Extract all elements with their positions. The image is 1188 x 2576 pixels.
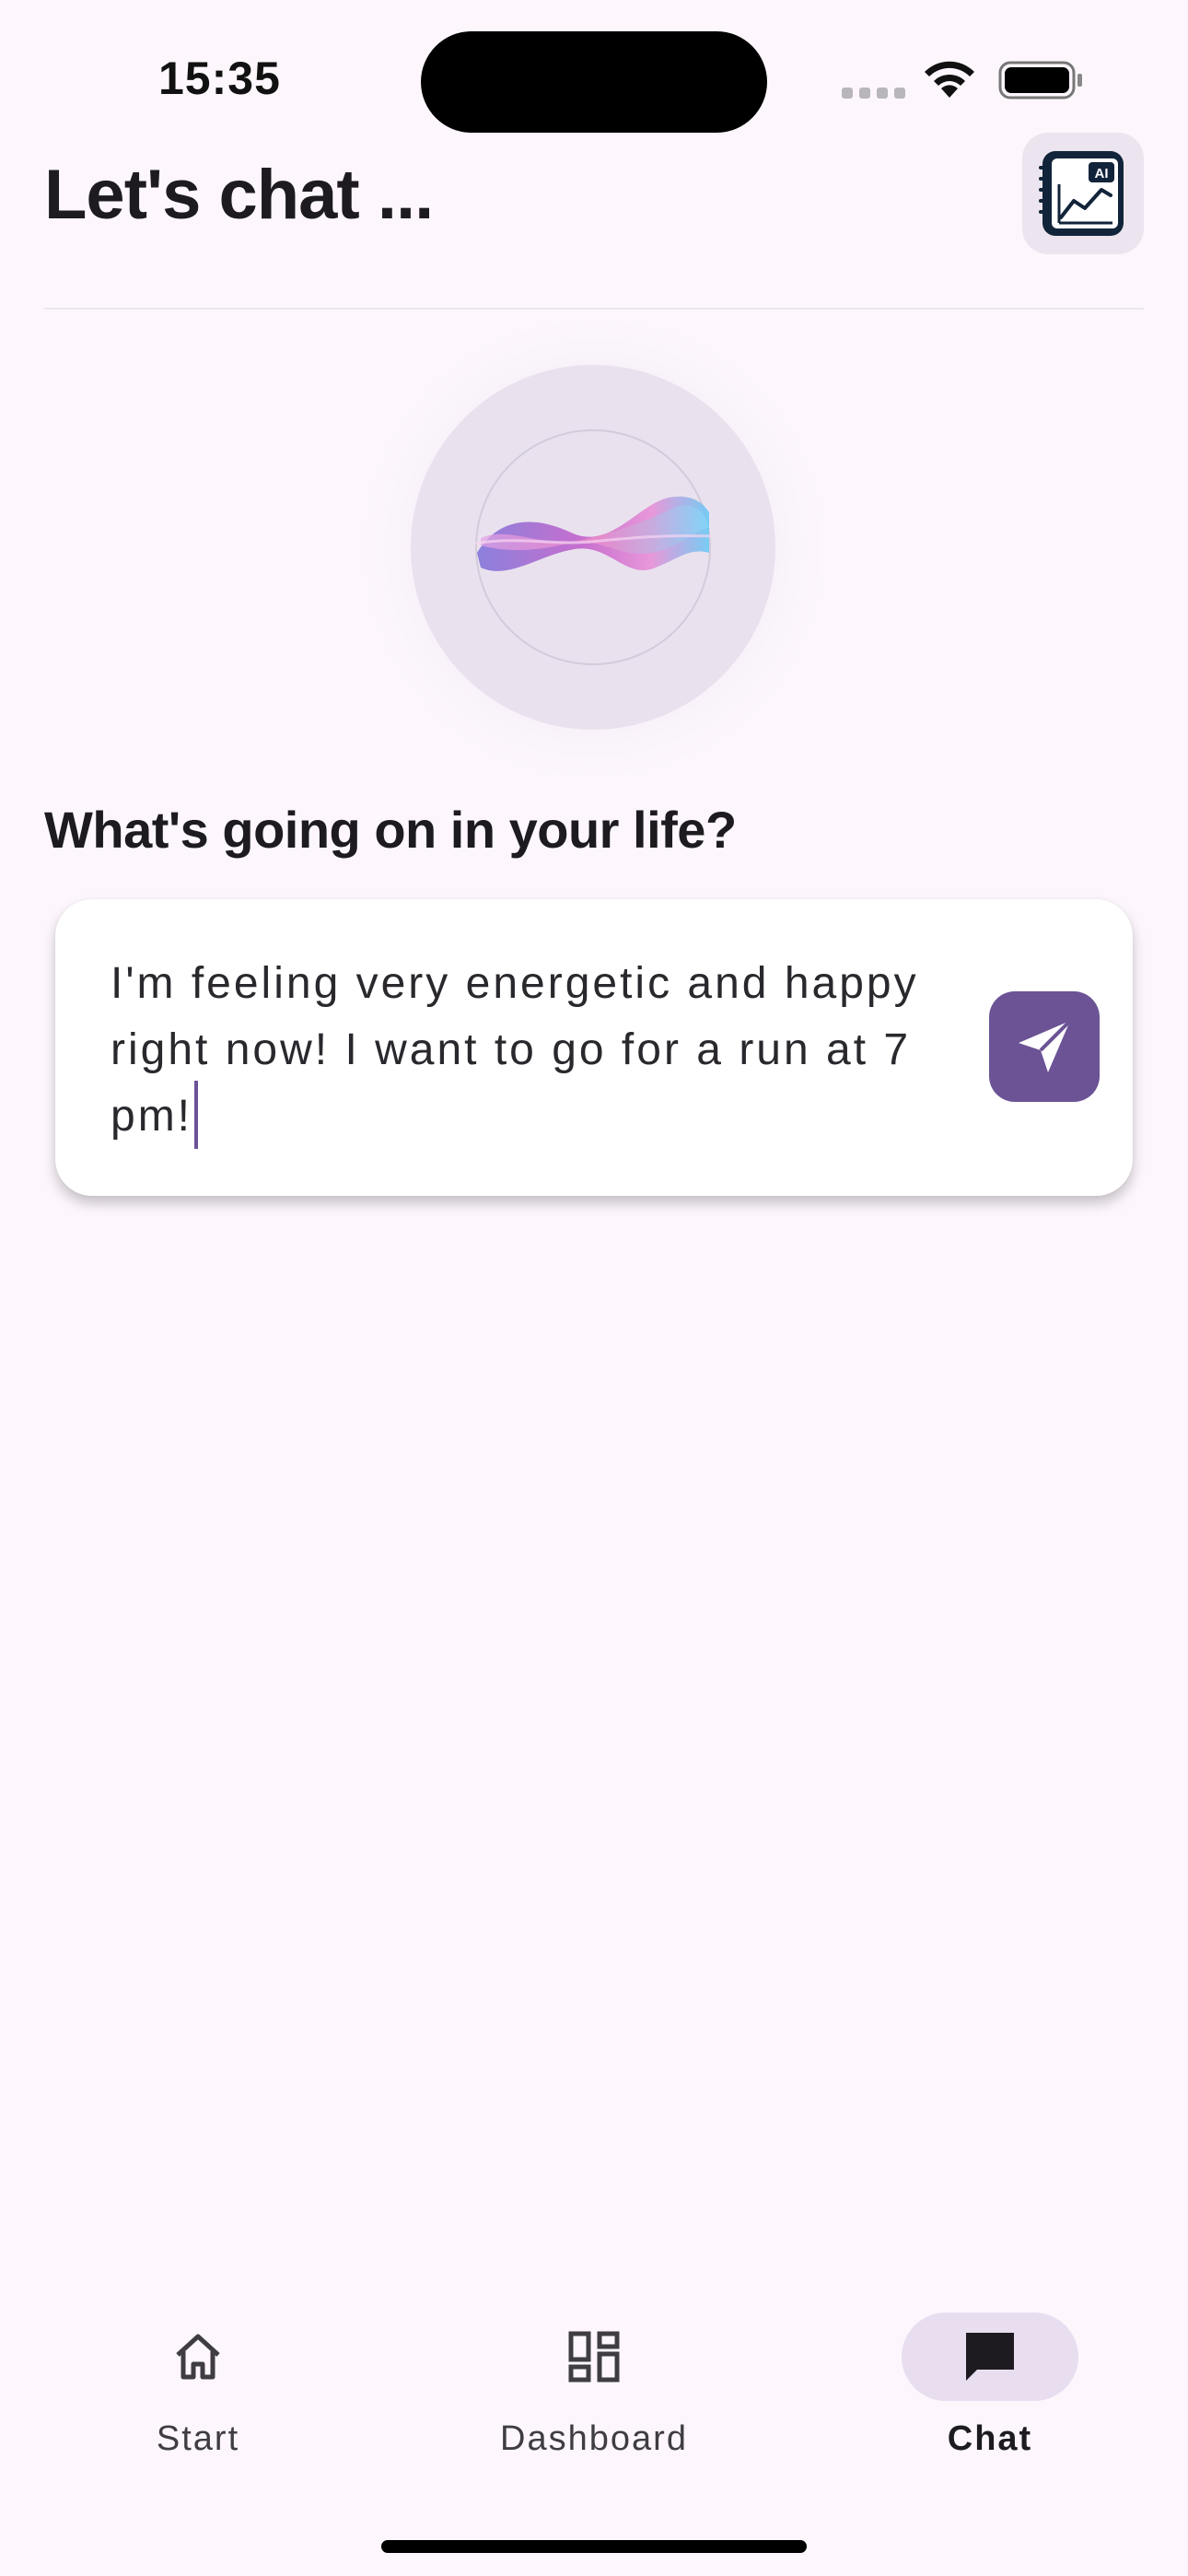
chat-input-field[interactable]: I'm feeling very energetic and happy rig… xyxy=(111,951,967,1150)
home-icon xyxy=(176,2334,220,2380)
nav-dashboard-icon-wrap xyxy=(506,2313,682,2401)
dashboard-icon xyxy=(568,2331,620,2383)
nav-label-dashboard: Dashboard xyxy=(500,2419,688,2458)
chat-icon xyxy=(966,2333,1014,2381)
ai-badge-text: AI xyxy=(1095,166,1109,181)
send-button[interactable] xyxy=(989,991,1100,1102)
ai-wave-icon xyxy=(474,496,712,571)
nav-start-icon-wrap xyxy=(110,2313,286,2401)
nav-item-chat[interactable]: Chat xyxy=(870,2313,1110,2478)
header-divider xyxy=(44,308,1144,310)
prompt-question: What's going on in your life? xyxy=(44,801,737,859)
home-indicator[interactable] xyxy=(381,2540,807,2553)
chat-screen: 15:35 Let's chat ... AI What's going on … xyxy=(0,0,1188,2576)
chat-input-card[interactable]: I'm feeling very energetic and happy rig… xyxy=(55,899,1133,1196)
status-time: 15:35 xyxy=(158,53,281,104)
nav-item-dashboard[interactable]: Dashboard xyxy=(474,2313,714,2478)
send-icon xyxy=(1019,1019,1072,1072)
ai-insights-button[interactable]: AI xyxy=(1022,133,1144,254)
page-title: Let's chat ... xyxy=(44,156,434,234)
text-caret xyxy=(194,1081,199,1150)
nav-label-chat: Chat xyxy=(947,2419,1033,2458)
ai-analytics-icon: AI xyxy=(1039,151,1124,236)
wifi-icon xyxy=(925,61,974,98)
chat-input-value: I'm feeling very energetic and happy rig… xyxy=(111,959,919,1141)
nav-item-start[interactable]: Start xyxy=(78,2313,318,2478)
cellular-signal-icon xyxy=(842,88,905,99)
nav-chat-active-pill xyxy=(902,2313,1078,2401)
nav-label-start: Start xyxy=(156,2419,240,2458)
battery-icon xyxy=(998,61,1082,100)
dynamic-island xyxy=(421,31,767,133)
